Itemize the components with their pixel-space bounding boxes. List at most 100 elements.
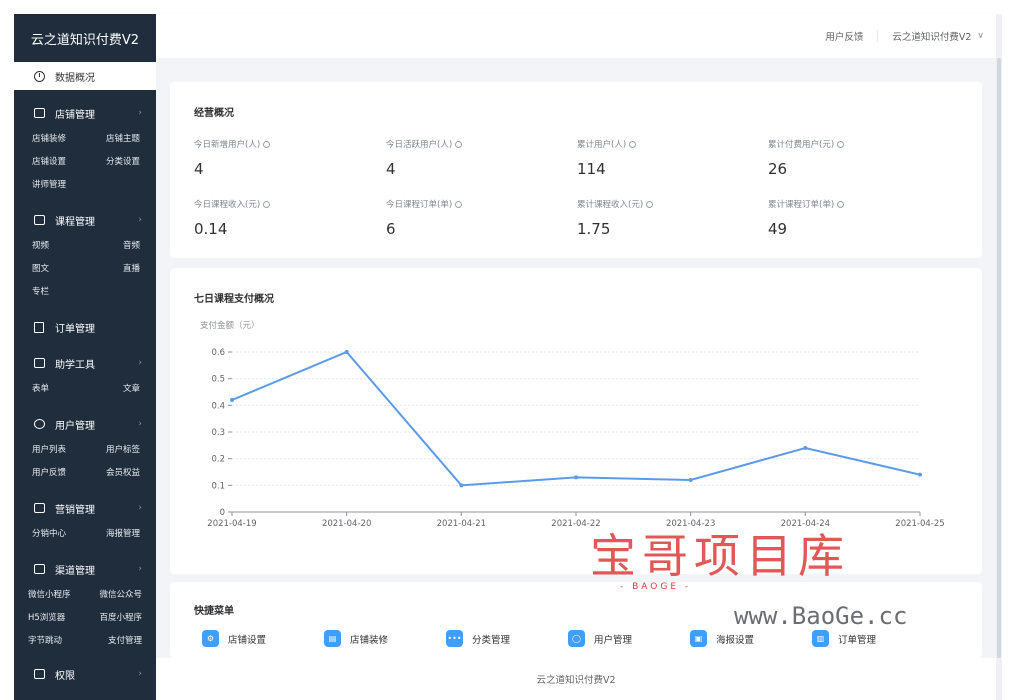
monitor-icon: [34, 564, 45, 574]
quick-store-decoration[interactable]: ▤ 店铺装修: [324, 630, 446, 647]
sidebar-group-head-marketing[interactable]: 营销管理 ›: [14, 495, 156, 521]
sidebar-group-head-store[interactable]: 店铺管理 ›: [14, 100, 156, 126]
quick-label: 分类管理: [472, 634, 511, 646]
sidebar-group-label: 助学工具: [55, 359, 95, 371]
sidebar-subitem[interactable]: 店铺主题: [86, 128, 140, 151]
sidebar-item-orders[interactable]: 订单管理: [14, 314, 156, 340]
sidebar-subitem[interactable]: 讲师管理: [32, 174, 86, 197]
sidebar-subitem[interactable]: 用户列表: [32, 439, 86, 462]
stat-value: 114: [577, 160, 606, 178]
gift-icon: [34, 503, 45, 513]
sidebar-subitem[interactable]: 专栏: [32, 281, 86, 304]
sidebar-group-head-course[interactable]: 课程管理 ›: [14, 207, 156, 233]
stat-label: 今日活跃用户(人): [386, 140, 453, 150]
info-icon[interactable]: [263, 140, 271, 148]
sidebar-group-course: 课程管理 › 视频 音频 图文 直播 专栏: [14, 207, 156, 304]
info-icon[interactable]: [646, 200, 654, 208]
sidebar-subitem[interactable]: 文章: [86, 378, 140, 401]
quick-order-management[interactable]: ▥ 订单管理: [812, 630, 934, 647]
stat-total-paid-users: 累计付费用户(元) 26: [768, 138, 948, 178]
sidebar-group-permissions: 权限 ›: [14, 661, 156, 687]
chevron-right-icon: ›: [138, 215, 142, 225]
stat-label: 累计课程订单(单): [768, 200, 835, 210]
chevron-right-icon: ›: [138, 358, 142, 368]
account-menu[interactable]: 云之道知识付费V2: [892, 29, 971, 43]
sidebar-subitem[interactable]: 海报管理: [86, 523, 140, 546]
sidebar-subitem[interactable]: H5浏览器: [28, 607, 85, 630]
sidebar-subitem[interactable]: 音频: [86, 235, 140, 258]
info-icon[interactable]: [263, 200, 271, 208]
stat-value: 1.75: [577, 220, 611, 238]
x-tick-label: 2021-04-24: [781, 519, 830, 529]
sidebar-subitem[interactable]: 视频: [32, 235, 86, 258]
chart-card: 七日课程支付概况 支付金额（元） 0 0.1 0.2 0.3 0.4 0.5 0.6 2021-…: [170, 268, 982, 574]
quick-poster-settings[interactable]: ▣ 海报设置: [690, 630, 812, 647]
sidebar-subitem[interactable]: 分销中心: [32, 523, 86, 546]
stat-today-new-users: 今日新增用户(人) 4: [194, 138, 374, 178]
feedback-link[interactable]: 用户反馈: [825, 29, 863, 43]
y-tick-label: 0.2: [211, 455, 225, 465]
x-tick-label: 2021-04-25: [895, 519, 944, 529]
y-tick-label: 0.6: [211, 348, 225, 358]
sidebar-item-dashboard[interactable]: 数据概况: [14, 62, 156, 90]
scrollbar-thumb[interactable]: [997, 58, 1001, 658]
chevron-right-icon: ›: [138, 564, 142, 574]
info-icon[interactable]: [455, 140, 463, 148]
user-icon: ◯: [568, 630, 585, 647]
sidebar-subitem[interactable]: 会员权益: [86, 462, 140, 485]
scrollbar[interactable]: [996, 14, 1002, 700]
quick-user-management[interactable]: ◯ 用户管理: [568, 630, 690, 647]
sidebar-item-label: 订单管理: [55, 323, 95, 335]
chevron-right-icon: ›: [138, 108, 142, 118]
dots-icon: •••: [446, 630, 463, 647]
y-tick-label: 0.4: [211, 401, 225, 411]
document-icon: ▥: [812, 630, 829, 647]
stat-label: 今日课程收入(元): [194, 200, 261, 210]
brush-icon: ▤: [324, 630, 341, 647]
quick-label: 订单管理: [838, 634, 877, 646]
sidebar-subitem[interactable]: 店铺设置: [32, 151, 86, 174]
sidebar-subitem[interactable]: 微信小程序: [28, 584, 85, 607]
stat-today-course-orders: 今日课程订单(单) 6: [386, 198, 566, 238]
series-line: [231, 350, 921, 487]
stat-label: 累计用户(人): [577, 140, 627, 150]
data-point: [688, 478, 693, 482]
sidebar-group-head-tools[interactable]: 助学工具 ›: [14, 350, 156, 376]
sidebar-group-label: 用户管理: [55, 420, 95, 432]
data-point: [230, 398, 234, 402]
info-icon[interactable]: [837, 140, 845, 148]
sidebar-group-users: 用户管理 › 用户列表 用户标签 用户反馈 会员权益: [14, 411, 156, 485]
sidebar-subitem[interactable]: 分类设置: [86, 151, 140, 174]
gear-icon: ⚙: [202, 630, 219, 647]
info-icon[interactable]: [837, 200, 845, 208]
info-icon[interactable]: [455, 200, 463, 208]
stat-today-active-users: 今日活跃用户(人) 4: [386, 138, 566, 178]
sidebar-subitem[interactable]: 用户反馈: [32, 462, 86, 485]
stat-total-course-income: 累计课程收入(元) 1.75: [577, 198, 757, 238]
chevron-right-icon: ›: [138, 503, 142, 513]
sidebar-group-head-channels[interactable]: 渠道管理 ›: [14, 556, 156, 582]
sidebar-subitem[interactable]: 支付管理: [85, 630, 142, 653]
info-icon[interactable]: [629, 140, 637, 148]
sidebar-subitem[interactable]: 表单: [32, 378, 86, 401]
sidebar-group-head-permissions[interactable]: 权限 ›: [14, 661, 156, 687]
stat-today-course-income: 今日课程收入(元) 0.14: [194, 198, 374, 238]
quick-category-management[interactable]: ••• 分类管理: [446, 630, 568, 647]
chevron-down-icon[interactable]: ∨: [977, 31, 984, 41]
quick-store-settings[interactable]: ⚙ 店铺设置: [202, 630, 324, 647]
sidebar-subitem[interactable]: 字节跳动: [28, 630, 85, 653]
sidebar-subitem[interactable]: 图文: [32, 258, 86, 281]
lock-icon: [34, 669, 45, 679]
sidebar-subitem[interactable]: 百度小程序: [85, 607, 142, 630]
sidebar-group-head-users[interactable]: 用户管理 ›: [14, 411, 156, 437]
sidebar-group-tools: 助学工具 › 表单 文章: [14, 350, 156, 401]
book-icon: [34, 215, 45, 225]
footer-text: 云之道知识付费V2: [536, 675, 616, 686]
image-icon: ▣: [690, 630, 707, 647]
y-tick-label: 0.5: [211, 375, 225, 385]
sidebar-subitem[interactable]: 店铺装修: [32, 128, 86, 151]
sidebar-subitem[interactable]: 微信公众号: [85, 584, 142, 607]
sidebar-group-marketing: 营销管理 › 分销中心 海报管理: [14, 495, 156, 546]
sidebar-subitem[interactable]: 用户标签: [86, 439, 140, 462]
sidebar-subitem[interactable]: 直播: [86, 258, 140, 281]
